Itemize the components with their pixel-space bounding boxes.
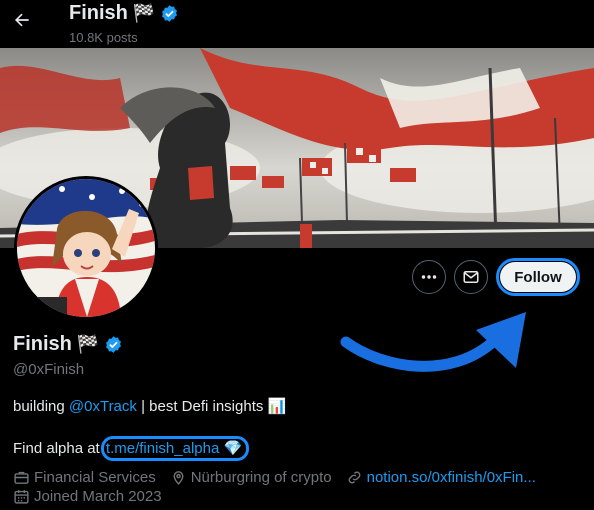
checkered-flag-emoji: 🏁 (132, 3, 156, 23)
joined-text: Joined March 2023 (34, 488, 162, 505)
more-icon (421, 275, 437, 279)
post-count: 10.8K posts (69, 30, 138, 45)
profile-header: Finish 🏁 10.8K posts (0, 0, 594, 48)
gem-emoji: 💎 (223, 440, 243, 457)
calendar-icon (14, 490, 29, 504)
website-item[interactable]: notion.so/0xfinish/0xFin... (346, 469, 536, 486)
category-text: Financial Services (34, 469, 156, 486)
profile-handle: @0xFinish (13, 361, 85, 378)
checkered-flag-emoji: 🏁 (76, 334, 100, 354)
more-button[interactable] (412, 260, 446, 294)
profile-name: Finish 🏁 (13, 333, 123, 356)
bio-prefix: building (13, 398, 69, 415)
alpha-prefix: Find alpha at (13, 440, 104, 457)
profile-avatar[interactable] (14, 176, 158, 320)
follow-highlight: Follow (496, 258, 580, 296)
message-icon (463, 271, 479, 283)
follow-button[interactable]: Follow (500, 262, 576, 292)
link-icon (348, 471, 361, 484)
profile-meta-row-1: Financial Services Nürburgring of crypto… (13, 469, 550, 486)
message-button[interactable] (454, 260, 488, 294)
curved-arrow-annotation (340, 312, 526, 372)
header-title: Finish 🏁 (69, 2, 179, 25)
profile-meta-row-2: Joined March 2023 (13, 488, 176, 505)
joined-item: Joined March 2023 (13, 488, 162, 505)
website-link[interactable]: notion.so/0xfinish/0xFin... (367, 469, 536, 486)
alpha-link-highlight: t.me/finish_alpha 💎 (100, 436, 250, 461)
verified-badge-icon[interactable] (104, 335, 123, 354)
back-arrow-icon (15, 13, 29, 27)
bio-suffix: | best Defi insights 📊 (136, 398, 287, 415)
back-button[interactable] (12, 10, 36, 34)
briefcase-icon (14, 471, 29, 484)
verified-badge-icon (160, 4, 179, 23)
category-item: Financial Services (13, 469, 156, 486)
location-pin-icon (173, 471, 184, 485)
alpha-link[interactable]: t.me/finish_alpha (106, 440, 219, 457)
display-name: Finish (13, 333, 72, 355)
location-item: Nürburgring of crypto (170, 469, 332, 486)
header-name: Finish (69, 2, 128, 24)
bio-line-1: building @0xTrack | best Defi insights 📊 (13, 397, 286, 415)
bio-line-2: Find alpha at t.me/finish_alpha 💎 (13, 436, 250, 461)
location-text: Nürburgring of crypto (190, 469, 332, 486)
mention-link[interactable]: @0xTrack (69, 398, 137, 415)
